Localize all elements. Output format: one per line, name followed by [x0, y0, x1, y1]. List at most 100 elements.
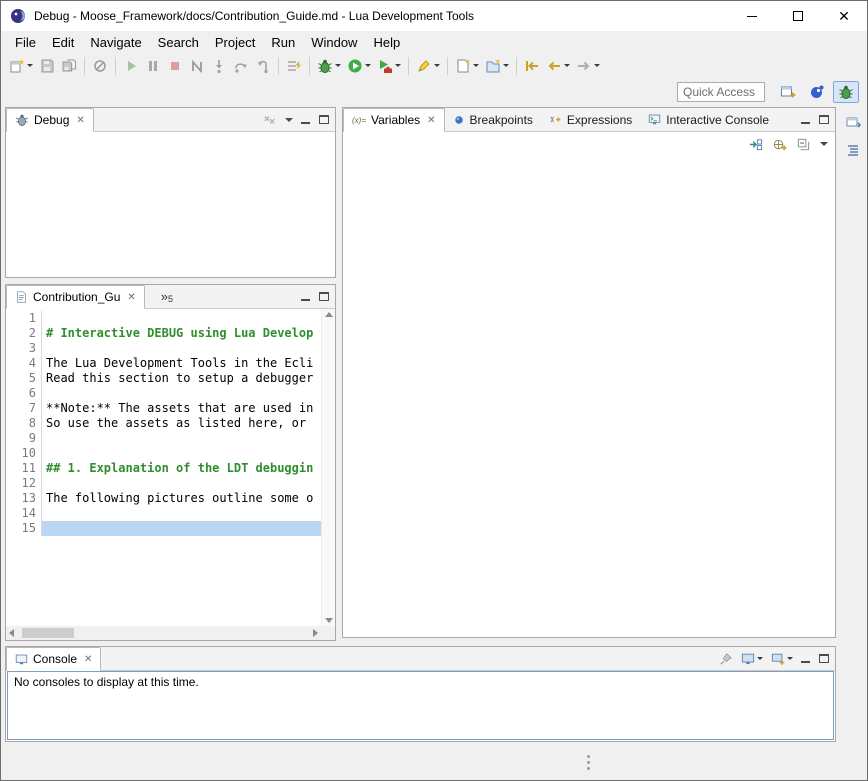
variables-view-content[interactable]	[343, 156, 835, 635]
suspend-button[interactable]	[142, 55, 164, 77]
tab-close-icon[interactable]: ✕	[427, 115, 435, 126]
resume-icon	[123, 58, 139, 74]
toolbar-separator	[115, 57, 116, 75]
forward-dropdown-icon	[594, 64, 600, 67]
tab-expressions[interactable]: Expressions	[541, 108, 640, 131]
line-number: 11	[6, 461, 42, 476]
application-window: Debug - Moose_Framework/docs/Contributio…	[0, 0, 868, 781]
menu-edit[interactable]: Edit	[44, 33, 82, 52]
remove-all-terminated-icon[interactable]	[263, 113, 277, 127]
line-number: 15	[6, 521, 42, 536]
tab-variables[interactable]: (x)= Variables ✕	[343, 108, 445, 132]
window-maximize-button[interactable]	[775, 1, 821, 31]
menu-project[interactable]: Project	[207, 33, 263, 52]
line-number: 7	[6, 401, 42, 416]
minimize-view-button[interactable]	[301, 115, 311, 125]
scroll-down-icon[interactable]	[325, 618, 333, 623]
save-all-button[interactable]	[58, 55, 80, 77]
editor-text-area[interactable]: 1 2# Interactive DEBUG using Lua Develop…	[6, 309, 321, 626]
tab-contribution-guide[interactable]: Contribution_Gu ✕	[6, 285, 145, 309]
tab-interactive-console[interactable]: Interactive Console	[640, 108, 777, 131]
back-button[interactable]	[543, 55, 573, 77]
last-edit-location-button[interactable]	[521, 55, 543, 77]
outline-view-icon	[845, 142, 861, 158]
tab-label: Interactive Console	[666, 113, 769, 127]
show-logical-structure-icon[interactable]	[748, 137, 763, 152]
minimize-view-button[interactable]	[801, 115, 811, 125]
disconnect-button[interactable]	[186, 55, 208, 77]
minimize-view-button[interactable]	[301, 292, 311, 302]
collapse-all-icon[interactable]	[796, 137, 811, 152]
scrollbar-thumb[interactable]	[22, 628, 74, 638]
display-selected-console-button[interactable]	[741, 652, 763, 666]
tab-debug[interactable]: Debug ✕	[6, 108, 94, 132]
add-global-variable-icon[interactable]	[772, 137, 787, 152]
breakpoints-view-icon	[453, 114, 465, 126]
maximize-view-button[interactable]	[819, 654, 829, 663]
step-into-button[interactable]	[208, 55, 230, 77]
quick-access-input[interactable]: Quick Access	[677, 82, 765, 102]
run-button[interactable]	[344, 55, 374, 77]
menu-navigate[interactable]: Navigate	[82, 33, 149, 52]
debug-button[interactable]	[314, 55, 344, 77]
debug-view-actions	[263, 108, 335, 131]
use-step-filters-button[interactable]	[283, 55, 305, 77]
pin-console-icon[interactable]	[719, 652, 733, 666]
menu-window[interactable]: Window	[303, 33, 365, 52]
menu-search[interactable]: Search	[150, 33, 207, 52]
line-text	[42, 341, 321, 356]
tab-close-icon[interactable]: ✕	[127, 292, 135, 303]
external-tools-button[interactable]	[374, 55, 404, 77]
open-console-button[interactable]	[771, 652, 793, 666]
minimized-outline-view-button[interactable]	[842, 139, 864, 161]
line-number: 9	[6, 431, 42, 446]
step-over-button[interactable]	[230, 55, 252, 77]
menu-file[interactable]: File	[7, 33, 44, 52]
resume-button[interactable]	[120, 55, 142, 77]
view-menu-chevron-icon[interactable]	[285, 118, 293, 126]
editor-line: 13The following pictures outline some o	[6, 491, 321, 506]
step-return-button[interactable]	[252, 55, 274, 77]
window-close-button[interactable]: ✕	[821, 1, 867, 31]
menu-help[interactable]: Help	[365, 33, 408, 52]
line-text: **Note:** The assets that are used in	[42, 401, 321, 416]
menu-run[interactable]: Run	[263, 33, 303, 52]
tab-close-icon[interactable]: ✕	[84, 654, 92, 665]
statusbar-resize-gripper[interactable]	[587, 755, 590, 770]
forward-arrow-icon	[576, 58, 592, 74]
save-button[interactable]	[36, 55, 58, 77]
editor-panel: Contribution_Gu ✕ »5 1 2# Interactive DE…	[5, 284, 336, 641]
scroll-left-icon[interactable]	[9, 629, 14, 637]
skip-all-breakpoints-button[interactable]	[89, 55, 111, 77]
line-text	[42, 446, 321, 461]
tab-breakpoints[interactable]: Breakpoints	[445, 108, 541, 131]
scroll-up-icon[interactable]	[325, 312, 333, 317]
view-menu-chevron-icon[interactable]	[820, 142, 828, 150]
lua-perspective-button[interactable]	[804, 81, 830, 103]
window-minimize-button[interactable]	[729, 1, 775, 31]
open-perspective-button[interactable]	[775, 81, 801, 103]
editor-horizontal-scrollbar[interactable]	[6, 626, 321, 640]
maximize-view-button[interactable]	[319, 115, 329, 124]
line-number: 14	[6, 506, 42, 521]
debug-perspective-button[interactable]	[833, 81, 859, 103]
tab-close-icon[interactable]: ✕	[76, 115, 84, 126]
editor-tab-overflow-button[interactable]: »5	[161, 285, 173, 308]
tab-console[interactable]: Console ✕	[6, 647, 101, 671]
new-file-wizard-button[interactable]	[452, 55, 482, 77]
console-content[interactable]: No consoles to display at this time.	[7, 671, 834, 740]
new-project-wizard-button[interactable]	[482, 55, 512, 77]
scroll-right-icon[interactable]	[313, 629, 318, 637]
forward-button[interactable]	[573, 55, 603, 77]
maximize-view-button[interactable]	[319, 292, 329, 301]
restore-minimized-view-button[interactable]	[842, 111, 864, 133]
debug-view-content[interactable]	[6, 132, 335, 276]
terminate-button[interactable]	[164, 55, 186, 77]
editor-vertical-scrollbar[interactable]	[321, 309, 335, 626]
maximize-view-button[interactable]	[819, 115, 829, 124]
menubar: File Edit Navigate Search Project Run Wi…	[1, 31, 867, 53]
new-wizard-button[interactable]	[6, 55, 36, 77]
mark-occurrences-button[interactable]	[413, 55, 443, 77]
minimize-view-button[interactable]	[801, 654, 811, 664]
markdown-file-icon	[15, 290, 28, 304]
